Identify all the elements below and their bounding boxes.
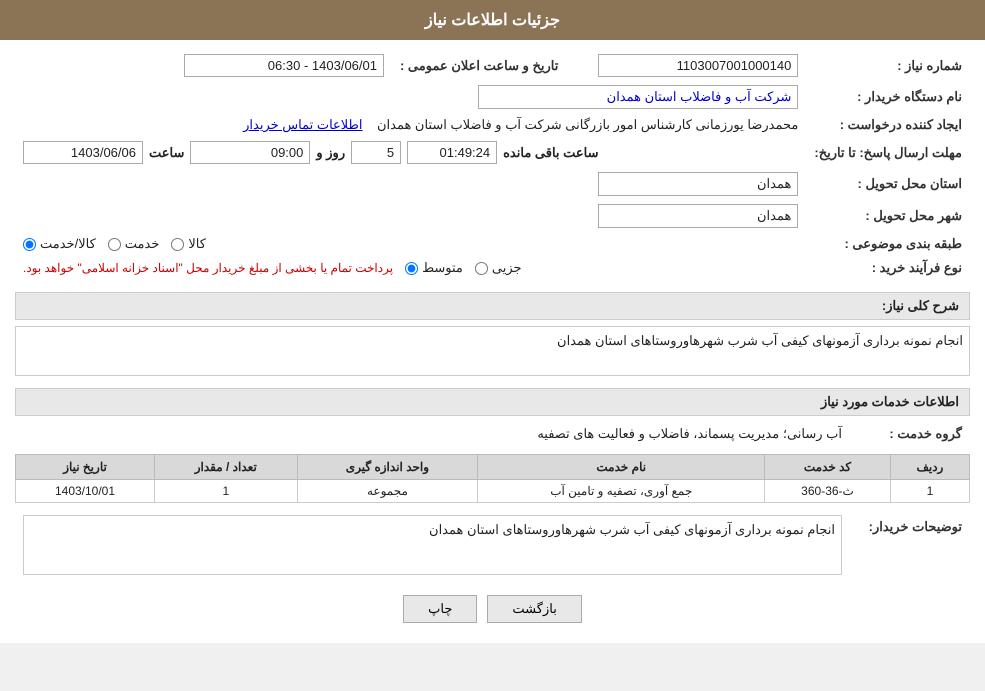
purchase-type-notice: پرداخت تمام یا بخشی از مبلغ خریدار محل "… [23,261,393,275]
general-desc-value: انجام نمونه برداری آزمونهای کیفی آب شرب … [557,333,963,348]
purchase-type-medium-label: متوسط [422,260,463,276]
category-radio-goods-service[interactable] [23,238,36,251]
services-table: ردیف کد خدمت نام خدمت واحد اندازه گیری ت… [15,454,970,503]
delivery-city-value: همدان [598,204,798,228]
purchase-type-partial-label: جزیی [492,260,522,276]
print-button[interactable]: چاپ [403,595,477,623]
delivery-province-value: همدان [598,172,798,196]
category-goods-label: کالا [188,236,206,252]
announce-datetime-value: 1403/06/01 - 06:30 [184,54,384,77]
purchase-type-radio-partial[interactable] [475,262,488,275]
purchase-type-medium[interactable]: متوسط [405,260,463,276]
buyer-desc-value: انجام نمونه برداری آزمونهای کیفی آب شرب … [429,522,835,537]
buyer-org-value: شرکت آب و فاضلاب استان همدان [478,85,798,109]
contact-link[interactable]: اطلاعات تماس خریدار [243,117,362,132]
col-date: تاریخ نیاز [16,455,155,480]
back-button[interactable]: بازگشت [487,595,581,623]
action-buttons: بازگشت چاپ [15,595,970,623]
general-desc-section-title: شرح کلی نیاز: [15,292,970,320]
col-quantity: تعداد / مقدار [155,455,298,480]
category-radio-group: کالا/خدمت خدمت کالا [23,236,798,252]
response-remaining-label: ساعت باقی مانده [503,145,598,161]
cell-unit: مجموعه [297,480,478,503]
purchase-type-label: نوع فرآیند خرید : [806,256,970,280]
service-info-section-title: اطلاعات خدمات مورد نیاز [15,388,970,416]
page-title: جزئیات اطلاعات نیاز [0,0,985,40]
delivery-province-label: استان محل تحویل : [806,168,970,200]
category-goods-service-label: کالا/خدمت [40,236,96,252]
buyer-org-label: نام دستگاه خریدار : [806,81,970,113]
category-radio-goods[interactable] [171,238,184,251]
purchase-type-partial[interactable]: جزیی [475,260,522,276]
service-group-label: گروه خدمت : [850,422,970,446]
table-row: 1ث-36-360جمع آوری، تصفیه و تامین آبمجموع… [16,480,970,503]
category-service-label: خدمت [125,236,160,252]
response-date-value: 1403/06/06 [23,141,143,164]
cell-quantity: 1 [155,480,298,503]
response-remaining-value: 01:49:24 [407,141,497,164]
category-option-goods-service[interactable]: کالا/خدمت [23,236,96,252]
buyer-desc-section-title: توضیحات خریدار: [850,511,970,579]
col-unit: واحد اندازه گیری [297,455,478,480]
response-days-value: 5 [351,141,401,164]
service-group-value: آب رسانی؛ مدیریت پسماند، فاضلاب و فعالیت… [537,426,842,441]
category-option-service[interactable]: خدمت [108,236,160,252]
purchase-type-radio-medium[interactable] [405,262,418,275]
purchase-type-radio-group: پرداخت تمام یا بخشی از مبلغ خریدار محل "… [23,260,798,276]
response-deadline-label: مهلت ارسال پاسخ: تا تاریخ: [806,137,970,168]
cell-name: جمع آوری، تصفیه و تامین آب [478,480,765,503]
need-number-label: شماره نیاز : [806,50,970,81]
category-radio-service[interactable] [108,238,121,251]
delivery-city-label: شهر محل تحویل : [806,200,970,232]
col-name: نام خدمت [478,455,765,480]
cell-row: 1 [890,480,969,503]
requester-label: ایجاد کننده درخواست : [806,113,970,137]
cell-date: 1403/10/01 [16,480,155,503]
category-label: طبقه بندی موضوعی : [806,232,970,256]
requester-value: محمدرضا یورزمانی کارشناس امور بازرگانی ش… [377,117,798,132]
announce-datetime-label: تاریخ و ساعت اعلان عمومی : [392,50,566,81]
col-code: کد خدمت [765,455,891,480]
response-time-label: ساعت [149,145,184,161]
category-option-goods[interactable]: کالا [171,236,206,252]
response-time-value: 09:00 [190,141,310,164]
cell-code: ث-36-360 [765,480,891,503]
need-number-value: 1103007001000140 [598,54,798,77]
response-days-label: روز و [316,145,345,161]
col-row: ردیف [890,455,969,480]
